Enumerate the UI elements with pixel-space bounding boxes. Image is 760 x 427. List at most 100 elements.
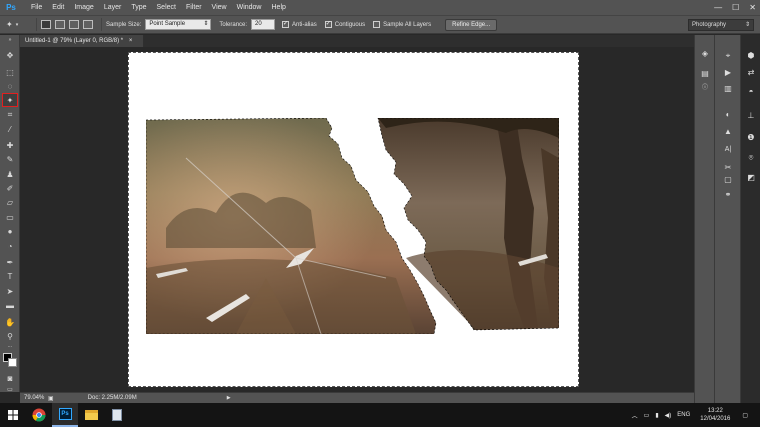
- close-tab-icon[interactable]: ×: [129, 38, 133, 44]
- photoshop-icon[interactable]: Ps: [52, 403, 78, 427]
- chevron-up-icon[interactable]: ︿: [632, 411, 638, 420]
- menu-bar: Ps File Edit Image Layer Type Select Fil…: [0, 0, 760, 15]
- blur-tool-icon[interactable]: ●: [3, 225, 17, 237]
- menu-view[interactable]: View: [207, 0, 232, 15]
- more-tools-icon[interactable]: ⋯: [3, 343, 17, 351]
- workspace-switcher[interactable]: Photography ⇕: [688, 19, 754, 31]
- spot-healing-tool-icon[interactable]: ✚: [3, 139, 17, 151]
- quick-mask-icon[interactable]: ◙: [3, 372, 17, 384]
- network-icon[interactable]: ▮: [655, 412, 658, 419]
- sample-size-value: Point Sample: [149, 21, 186, 27]
- document-tab-title: Untitled-1 @ 79% (Layer 0, RGB/8) *: [25, 38, 124, 44]
- menu-type[interactable]: Type: [126, 0, 151, 15]
- properties-panel-icon[interactable]: ▤: [699, 69, 711, 79]
- brush-presets-panel-icon[interactable]: ▲: [722, 127, 734, 137]
- clock[interactable]: 13:22 12/04/2016: [700, 407, 730, 423]
- adjustments-panel-icon[interactable]: ▥: [722, 84, 734, 94]
- menu-select[interactable]: Select: [152, 0, 181, 15]
- divider: [36, 18, 37, 31]
- lasso-tool-icon[interactable]: ◌: [3, 80, 17, 92]
- start-button[interactable]: [0, 403, 26, 427]
- dodge-tool-icon[interactable]: ◔: [3, 240, 17, 252]
- subtract-from-selection-icon[interactable]: [69, 20, 79, 29]
- gradient-tool-icon[interactable]: ▭: [3, 211, 17, 223]
- document-tab[interactable]: Untitled-1 @ 79% (Layer 0, RGB/8) * ×: [20, 35, 144, 47]
- move-tool-icon[interactable]: ✥: [3, 49, 17, 61]
- info-panel-icon[interactable]: ⓘ: [699, 83, 711, 93]
- background-color-swatch[interactable]: [8, 358, 17, 367]
- windows-taskbar: Ps ︿ ▭ ▮ ◀) ENG 13:22 12/04/2016 ▢: [0, 403, 760, 427]
- menu-window[interactable]: Window: [232, 0, 267, 15]
- contiguous-checkbox[interactable]: ✓: [324, 21, 332, 28]
- crop-tool-icon[interactable]: ⌗: [3, 109, 17, 121]
- character-panel-icon[interactable]: A|: [722, 145, 734, 155]
- menu-filter[interactable]: Filter: [181, 0, 207, 15]
- notifications-icon[interactable]: ▢: [742, 412, 748, 419]
- clone-source-panel-icon[interactable]: ▢: [722, 175, 734, 185]
- menu-edit[interactable]: Edit: [47, 0, 69, 15]
- notes-panel-icon[interactable]: ❶: [745, 133, 757, 143]
- menu-image[interactable]: Image: [69, 0, 98, 15]
- options-bar: ✦ ▾ Sample Size: Point Sample ⇕ Toleranc…: [0, 15, 760, 34]
- type-tool-icon[interactable]: T: [3, 270, 17, 282]
- new-selection-icon[interactable]: [41, 20, 51, 29]
- sample-size-select[interactable]: Point Sample ⇕: [145, 19, 212, 30]
- sample-size-label: Sample Size:: [106, 21, 142, 28]
- styles-panel-icon[interactable]: ◓: [745, 87, 757, 97]
- sample-all-layers-checkbox[interactable]: [373, 21, 381, 28]
- path-selection-tool-icon[interactable]: ➤: [3, 285, 17, 297]
- document-size: Doc: 2.25M/2.09M: [87, 395, 137, 401]
- pen-tool-icon[interactable]: ✒: [3, 256, 17, 268]
- volume-icon[interactable]: ◀): [665, 412, 672, 419]
- eraser-tool-icon[interactable]: ▱: [3, 196, 17, 208]
- minimize-button[interactable]: —: [714, 3, 722, 12]
- chevron-down-icon: ▾: [15, 21, 19, 28]
- color-panel-icon[interactable]: ◐: [722, 110, 734, 120]
- history-brush-tool-icon[interactable]: ✐: [3, 182, 17, 194]
- layers-panel-icon[interactable]: ◈: [699, 49, 711, 59]
- chrome-icon[interactable]: [26, 403, 52, 427]
- divider: [101, 18, 102, 31]
- history-panel-icon[interactable]: ⌖: [722, 51, 734, 61]
- refine-edge-button[interactable]: Refine Edge...: [445, 18, 498, 31]
- intersect-selection-icon[interactable]: [83, 20, 93, 29]
- tool-preset-picker[interactable]: ✦ ▾: [6, 17, 32, 32]
- magic-wand-tool-icon[interactable]: ✦: [2, 93, 18, 107]
- brush-tool-icon[interactable]: ✎: [3, 153, 17, 165]
- anti-alias-label: Anti-alias: [292, 21, 317, 28]
- collapse-icon[interactable]: »: [3, 37, 17, 43]
- paragraph-panel-icon[interactable]: ⊥: [745, 111, 757, 121]
- zoom-tool-icon[interactable]: ⚲: [3, 330, 17, 342]
- eyedropper-tool-icon[interactable]: ⁄: [3, 123, 17, 135]
- swatches-panel-icon[interactable]: ⇄: [745, 68, 757, 78]
- workspace-value: Photography: [692, 22, 727, 28]
- tolerance-label: Tolerance:: [219, 21, 248, 28]
- zoom-level[interactable]: 79.04%: [20, 395, 48, 401]
- libraries-panel-icon[interactable]: ⬢: [745, 51, 757, 61]
- document-tab-strip: [144, 35, 694, 47]
- language-indicator[interactable]: ENG: [677, 412, 690, 418]
- close-button[interactable]: ✕: [749, 3, 756, 12]
- rectangle-tool-icon[interactable]: ▬: [3, 299, 17, 311]
- tolerance-input[interactable]: 20: [251, 19, 276, 30]
- status-menu-arrow-icon[interactable]: ▶: [227, 395, 231, 401]
- clone-stamp-tool-icon[interactable]: ♟: [3, 168, 17, 180]
- brush-panel-icon[interactable]: ⚭: [722, 190, 734, 200]
- notepad-icon[interactable]: [104, 403, 130, 427]
- histogram-panel-icon[interactable]: ◩: [745, 173, 757, 183]
- anti-alias-checkbox[interactable]: ✓: [282, 21, 290, 28]
- navigator-panel-icon[interactable]: ⌾: [745, 153, 757, 163]
- share-icon[interactable]: ▣: [48, 395, 54, 402]
- tool-presets-panel-icon[interactable]: ✂: [722, 163, 734, 173]
- screen-mode-icon[interactable]: ▭: [3, 386, 17, 393]
- menu-file[interactable]: File: [26, 0, 47, 15]
- hand-tool-icon[interactable]: ✋: [3, 316, 17, 328]
- add-to-selection-icon[interactable]: [55, 20, 65, 29]
- menu-help[interactable]: Help: [267, 0, 291, 15]
- menu-layer[interactable]: Layer: [99, 0, 127, 15]
- actions-panel-icon[interactable]: ▶: [722, 68, 734, 78]
- maximize-button[interactable]: ☐: [732, 3, 739, 12]
- marquee-tool-icon[interactable]: ⬚: [3, 66, 17, 78]
- battery-icon[interactable]: ▭: [644, 412, 650, 419]
- file-explorer-icon[interactable]: [78, 403, 104, 427]
